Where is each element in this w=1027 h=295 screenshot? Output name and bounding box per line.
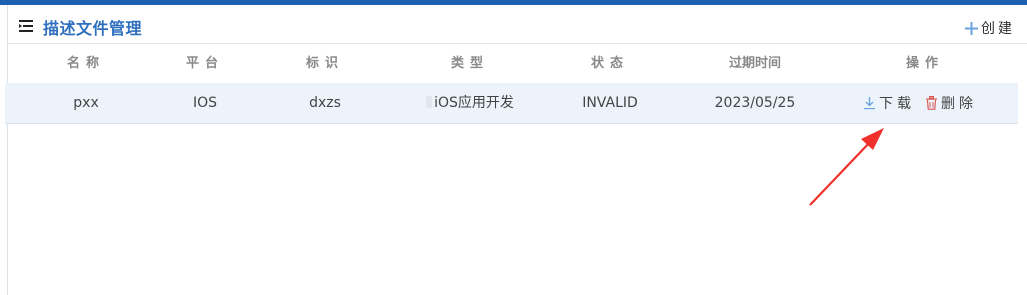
panel-header: 描述文件管理 创建 — [8, 5, 1027, 44]
cell-name: pxx — [73, 95, 99, 111]
column-header-identifier: 标识 — [305, 56, 344, 71]
table-row[interactable]: pxx IOS dxzs iOS应用开发 INVALID 2023/05/25 … — [5, 83, 1018, 124]
column-header-platform: 平台 — [185, 56, 224, 71]
cell-type: iOS应用开发 — [390, 83, 550, 123]
cell-platform: IOS — [192, 95, 218, 111]
create-button-label: 创建 — [981, 21, 1015, 37]
cell-identifier: dxzs — [309, 95, 341, 111]
column-header-name: 名称 — [66, 56, 105, 71]
row-actions: 下载 删除 — [863, 83, 977, 123]
download-label: 下载 — [879, 96, 915, 112]
download-icon — [864, 97, 875, 110]
trash-icon — [926, 96, 937, 110]
delete-label: 删除 — [941, 96, 977, 112]
create-button[interactable]: 创建 — [965, 18, 1015, 38]
delete-button[interactable]: 删除 — [925, 93, 977, 113]
cell-expire: 2023/05/25 — [714, 95, 796, 111]
plus-icon — [965, 21, 978, 35]
column-header-actions: 操作 — [905, 56, 944, 71]
profile-management-panel: 描述文件管理 创建 — [7, 5, 1027, 295]
table-header: 名称 平台 标识 类型 状态 过期时间 操作 — [5, 52, 1018, 76]
download-button[interactable]: 下载 — [863, 93, 915, 113]
page-title: 描述文件管理 — [43, 19, 143, 38]
list-menu-icon — [19, 20, 33, 32]
column-header-type: 类型 — [450, 56, 489, 71]
column-header-expire: 过期时间 — [728, 56, 781, 71]
cell-marker — [426, 96, 433, 108]
cell-status: INVALID — [582, 95, 638, 111]
column-header-status: 状态 — [590, 56, 629, 71]
cell-type-text: iOS应用开发 — [434, 95, 514, 111]
